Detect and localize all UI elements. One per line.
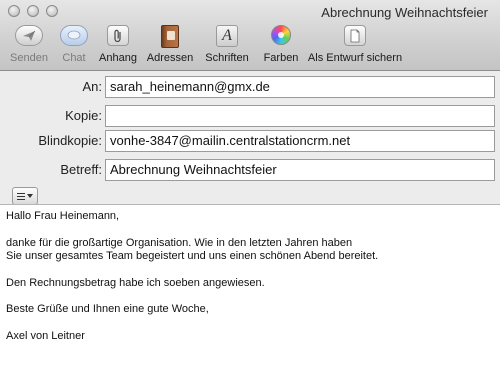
message-closing: Beste Grüße und Ihnen eine gute Woche, xyxy=(6,303,209,315)
to-row: An: sarah_heinemann@gmx.de xyxy=(0,76,500,98)
format-list-icon xyxy=(17,192,25,200)
subject-label: Betreff: xyxy=(60,162,102,177)
header-divider xyxy=(0,204,500,205)
chat-label: Chat xyxy=(62,52,86,64)
paper-plane-icon xyxy=(15,25,43,46)
paperclip-icon xyxy=(107,25,129,46)
format-menu-button[interactable] xyxy=(12,187,38,205)
fonts-label: Schriften xyxy=(205,52,249,64)
subject-row: Betreff: Abrechnung Weihnachtsfeier xyxy=(0,159,500,181)
color-wheel-icon xyxy=(271,25,291,45)
address-book-icon xyxy=(161,25,179,48)
to-label: An: xyxy=(82,79,102,94)
to-field[interactable]: sarah_heinemann@gmx.de xyxy=(105,76,495,98)
message-paragraph: danke für die großartige Organisation. W… xyxy=(6,236,379,263)
window-toolbar: Abrechnung Weihnachtsfeier Senden Chat A… xyxy=(0,0,500,71)
cc-row: Kopie: xyxy=(0,105,500,127)
message-paragraph: Den Rechnungsbetrag habe ich soeben ange… xyxy=(6,276,265,289)
addresses-label: Adressen xyxy=(146,52,194,64)
chevron-down-icon xyxy=(27,194,33,198)
send-label: Senden xyxy=(10,52,48,64)
message-signature: Axel von Leitner xyxy=(6,329,85,342)
attachment-label: Anhang xyxy=(99,52,137,64)
bcc-label: Blindkopie: xyxy=(38,133,102,148)
message-header-fields: An: sarah_heinemann@gmx.de Kopie: Blindk… xyxy=(0,71,500,205)
cc-label: Kopie: xyxy=(65,108,102,123)
bcc-row: Blindkopie: vonhe-3847@mailin.centralsta… xyxy=(0,130,500,152)
cc-field[interactable] xyxy=(105,105,495,127)
compose-toolbar: Senden Chat Anhang Adressen A Schriften xyxy=(0,22,500,68)
draft-document-icon xyxy=(344,25,366,46)
message-greeting: Hallo Frau Heinemann, xyxy=(6,210,120,222)
message-body[interactable]: Hallo Frau Heinemann, danke für die groß… xyxy=(6,210,494,360)
window-title: Abrechnung Weihnachtsfeier xyxy=(321,5,488,20)
colors-label: Farben xyxy=(263,52,299,64)
save-draft-label: Als Entwurf sichern xyxy=(307,52,403,64)
subject-field[interactable]: Abrechnung Weihnachtsfeier xyxy=(105,159,495,181)
font-icon: A xyxy=(216,25,238,47)
bcc-field[interactable]: vonhe-3847@mailin.centralstationcrm.net xyxy=(105,130,495,152)
chat-bubble-icon xyxy=(60,25,88,46)
